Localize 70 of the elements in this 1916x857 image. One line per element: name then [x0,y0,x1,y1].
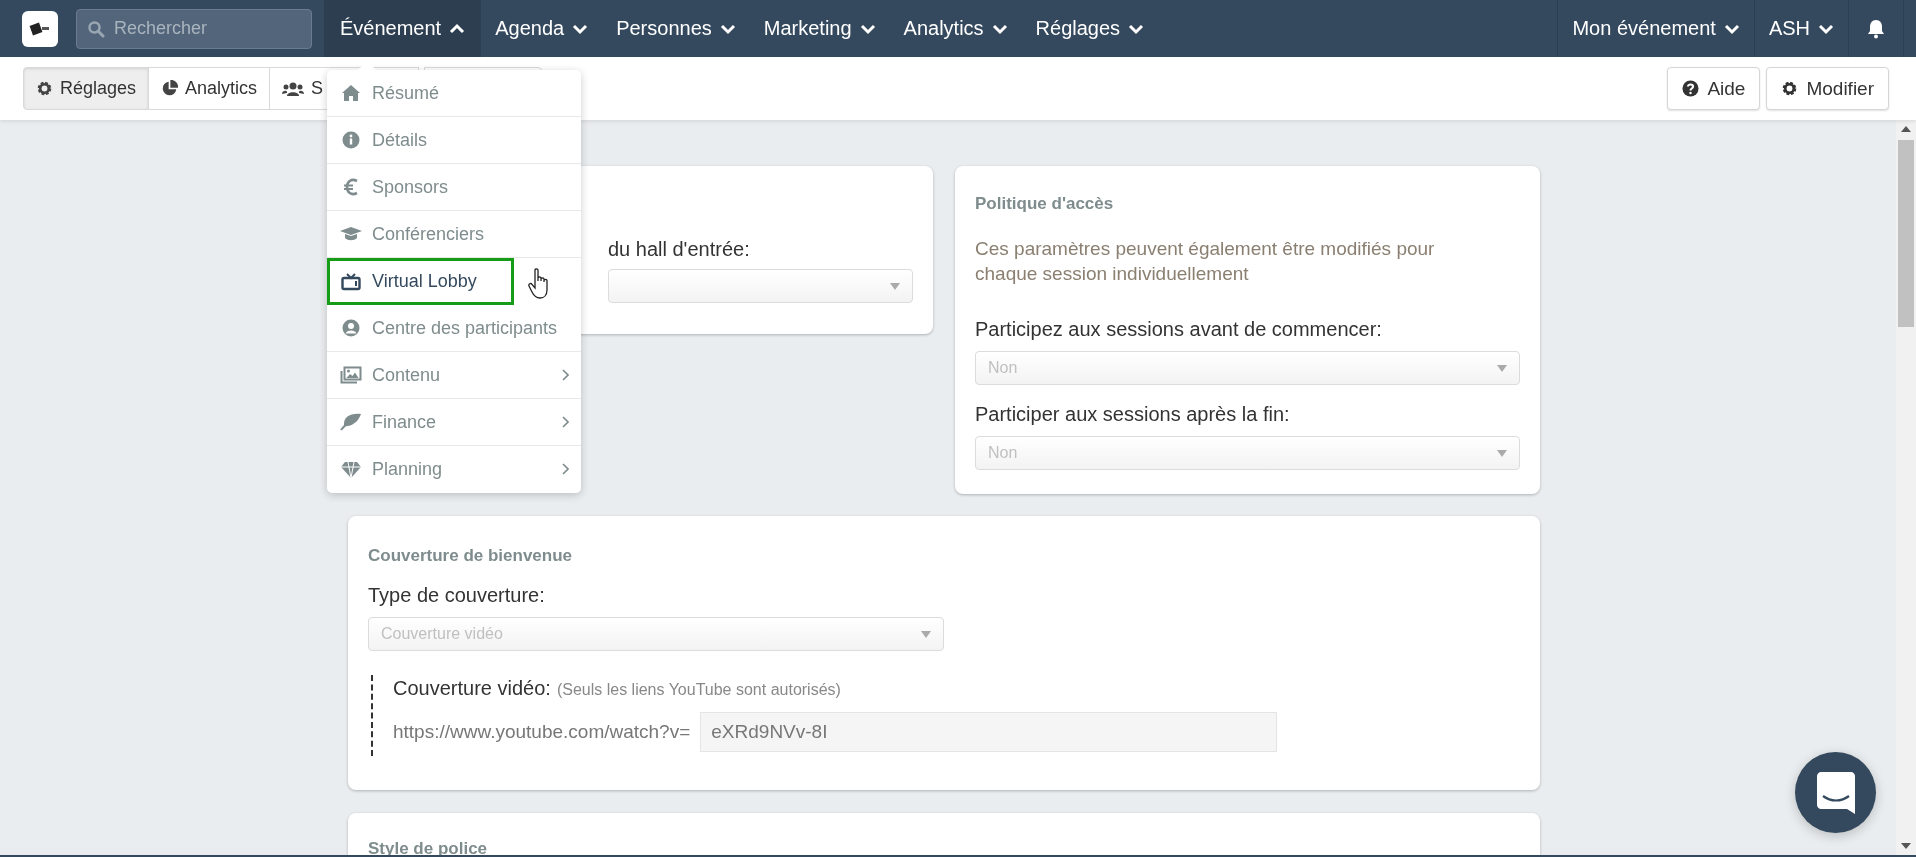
dropdown-arrow-icon [890,282,900,290]
chevron-down-icon [1723,22,1740,35]
search-icon [87,19,105,38]
chat-icon [1816,771,1855,814]
search-field[interactable]: Rechercher [76,8,312,49]
edit-button[interactable]: Modifier [1766,67,1889,110]
chevron-down-icon [1818,22,1834,35]
field-label: Participez aux sessions avant de commencer: [975,318,1383,341]
chevron-down-icon [859,22,876,35]
menu-item[interactable]: Résumé [327,70,581,117]
nav-menu-item[interactable]: Agenda [481,0,603,57]
card-title: Couverture de bienvenue [368,546,574,566]
nav-menu-item[interactable]: Événement [324,0,482,57]
info-icon [340,131,362,149]
bell-icon [1867,18,1885,39]
nav-menu-item[interactable]: Réglages [1021,0,1159,57]
menu-item[interactable]: Contenu [327,352,581,399]
logo-icon[interactable] [22,10,58,47]
scroll-down-icon[interactable] [1901,843,1911,849]
gear-icon [36,80,53,97]
toolbar-button[interactable]: Réglages [23,67,150,110]
chevron-down-icon [719,22,736,35]
card-title: Style de police [368,839,489,857]
menu-item[interactable]: Détails [327,117,581,164]
toolbar-button[interactable]: Analytics [148,67,271,110]
chat-button[interactable] [1795,752,1876,833]
nav-menu-item[interactable]: Analytics [889,0,1022,57]
nav-menu-item[interactable]: Marketing [749,0,890,57]
chevron-right-icon [562,416,569,428]
chevron-up-icon [449,22,466,35]
graduation-cap-icon [340,226,362,242]
leaf-icon [340,413,362,431]
chevron-right-icon [562,463,569,475]
help-button[interactable]: Aide [1667,67,1761,110]
chevron-right-icon [562,369,569,381]
dropdown-arrow-icon [1497,449,1507,457]
menu-item[interactable]: Centre des participants [327,305,581,352]
dropdown-field[interactable] [608,269,913,303]
field-label: du hall d'entrée: [608,238,751,261]
scrollbar[interactable] [1896,120,1916,855]
help-icon [1682,80,1700,97]
settings-icon [1781,80,1799,97]
menu-item[interactable]: Finance [327,399,581,446]
card-description: Ces paramètres peuvent également être modifiés pour chaque session individuellement [975,237,1436,286]
chevron-down-icon [1128,22,1145,35]
dropdown-arrow-icon [1497,364,1507,372]
menu-item[interactable]: Sponsors [327,164,581,211]
dropdown-arrow-icon [921,630,931,638]
nav-menu-item[interactable]: Personnes [602,0,750,57]
user-circle-icon [340,319,362,337]
chevron-down-icon [572,22,589,35]
diamond-icon [340,460,362,479]
menu-item[interactable]: Conférenciers [327,211,581,258]
pie-chart-icon [161,80,179,97]
video-id-field[interactable]: eXRd9NVv-8I [700,712,1278,752]
field-label: Type de couverture: [368,584,546,607]
field-hint: (Seuls les liens YouTube sont autorisés) [556,681,841,699]
users-icon [282,80,305,97]
card-title: Politique d'accès [975,194,1115,214]
field-label: Couverture vidéo: [393,677,551,700]
chevron-down-icon [991,22,1008,35]
scrollbar-thumb[interactable] [1898,140,1914,327]
field-label: Participer aux sessions après la fin: [975,403,1291,426]
home-icon [340,84,362,102]
scroll-up-icon[interactable] [1901,126,1911,132]
images-icon [340,366,362,384]
url-prefix: https://www.youtube.com/watch?v= [393,721,691,743]
menu-item[interactable]: Virtual Lobby [327,258,514,305]
tv-icon [340,272,362,291]
menu-item[interactable]: Planning [327,446,581,493]
